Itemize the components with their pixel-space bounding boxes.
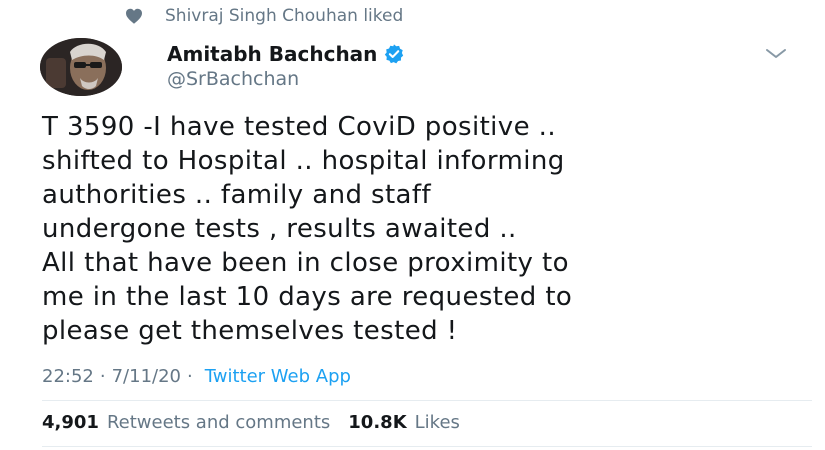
divider — [42, 446, 812, 447]
likes-count[interactable]: 10.8K — [348, 412, 406, 433]
author-name[interactable]: Amitabh Bachchan — [167, 42, 377, 66]
likes-label[interactable]: Likes — [415, 412, 460, 433]
retweets-label[interactable]: Retweets and comments — [107, 412, 330, 433]
tweet-meta: 22:52 · 7/11/20 · Twitter Web App — [42, 366, 351, 387]
author-handle[interactable]: @SrBachchan — [167, 68, 405, 90]
retweets-count[interactable]: 4,901 — [42, 412, 99, 433]
meta-separator: · — [99, 366, 106, 387]
tweet-stats: 4,901 Retweets and comments 10.8K Likes — [42, 412, 460, 433]
meta-separator: · — [187, 366, 193, 387]
divider — [42, 400, 812, 401]
avatar[interactable] — [40, 38, 122, 96]
tweet-text: T 3590 -I have tested CoviD positive .. … — [42, 112, 573, 346]
author-block: Amitabh Bachchan @SrBachchan — [167, 40, 405, 90]
social-context: Shivraj Singh Chouhan liked — [123, 3, 403, 29]
tweet-source-link[interactable]: Twitter Web App — [205, 366, 351, 387]
verified-badge-icon — [383, 43, 405, 65]
chevron-down-icon[interactable] — [764, 45, 788, 63]
heart-icon — [123, 6, 145, 26]
tweet-time[interactable]: 22:52 — [42, 366, 94, 387]
tweet-date[interactable]: 7/11/20 — [112, 366, 181, 387]
social-context-text: Shivraj Singh Chouhan liked — [165, 6, 404, 26]
